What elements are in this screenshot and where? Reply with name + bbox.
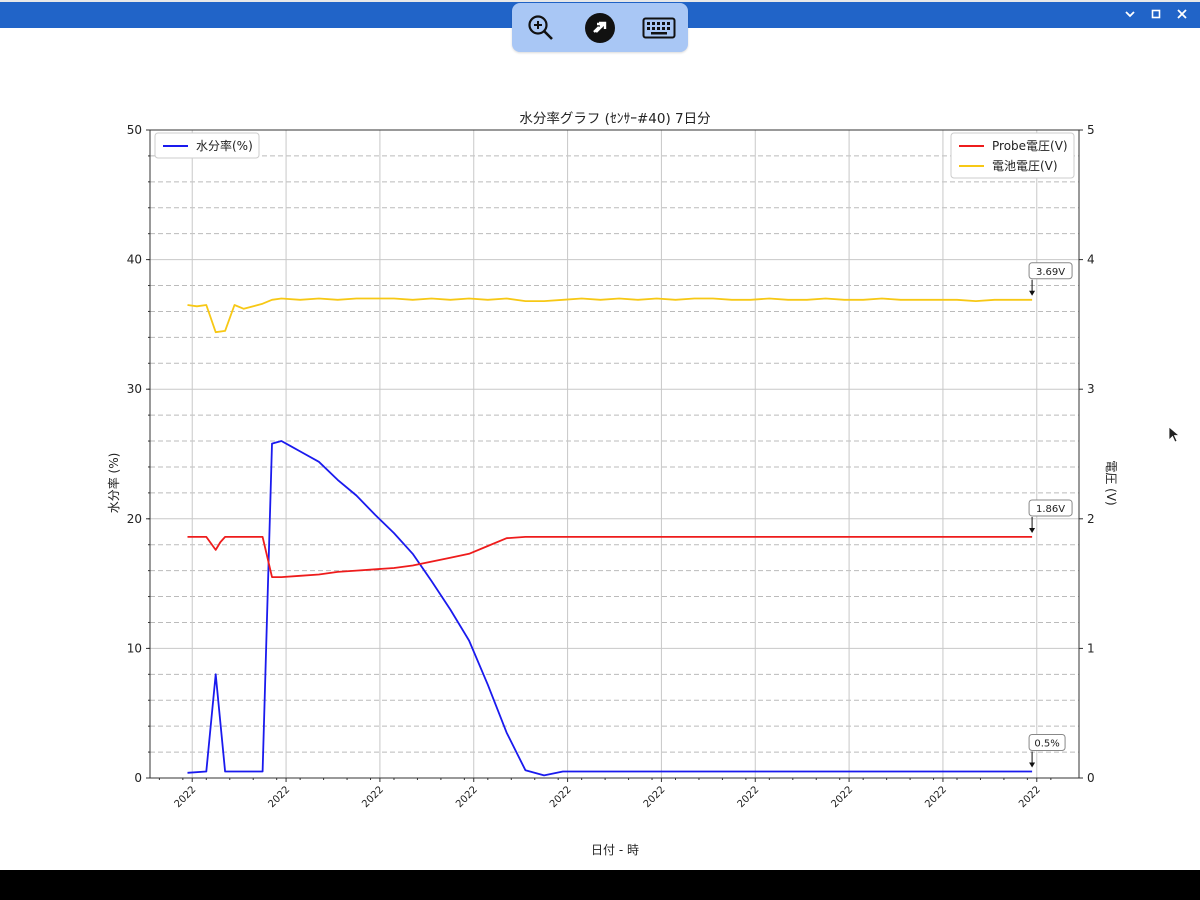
y-axis-right-label: 電圧 (V) (1104, 460, 1118, 505)
y-left-tick-label: 50 (127, 123, 142, 137)
y-right-tick-label: 1 (1087, 641, 1095, 655)
annotation-battery: 3.69V (1028, 262, 1073, 296)
annotation-arrow-head (1029, 290, 1036, 296)
y-right-tick-label: 0 (1087, 771, 1095, 785)
annotation-label: 1.86V (1036, 504, 1065, 515)
maximize-icon[interactable] (1150, 8, 1162, 20)
moisture-chart: 0 10 20 30 40 50 0 1 2 3 4 5 2022 2022 2022 2022 2022 202… (106, 110, 1118, 857)
legend-probe-label: Probe電圧(V) (992, 139, 1068, 153)
window-controls (1124, 8, 1188, 20)
legend-left: 水分率(%) (154, 132, 260, 159)
mouse-cursor-icon (1168, 426, 1181, 448)
annotation-probe: 1.86V (1028, 499, 1073, 533)
y-right-tick-label: 4 (1087, 253, 1095, 267)
bottom-taskbar (0, 870, 1200, 900)
annotation-label: 0.5% (1034, 739, 1059, 750)
moisture-series-line (187, 440, 1033, 777)
legend-moisture-label: 水分率(%) (196, 138, 253, 153)
annotation-label: 3.69V (1036, 267, 1065, 278)
y-left-tick-label: 30 (127, 382, 142, 396)
x-tick-label: 2022 (1017, 784, 1043, 810)
plot-frame (149, 129, 1080, 779)
y-left-tick-label: 40 (127, 253, 142, 267)
x-tick-label: 2022 (266, 784, 292, 810)
annotation-moisture: 0.5% (1028, 734, 1066, 768)
close-icon[interactable] (1176, 8, 1188, 20)
x-tick-label: 2022 (642, 784, 668, 810)
x-tick-label: 2022 (173, 784, 199, 810)
y-right-tick-label: 3 (1087, 382, 1095, 396)
x-tick-label: 2022 (548, 784, 574, 810)
legend-battery-label: 電池電圧(V) (992, 159, 1058, 173)
x-tick-label: 2022 (923, 784, 949, 810)
legend-right: Probe電圧(V) 電池電圧(V) (950, 132, 1075, 179)
annotation-arrow-head (1029, 527, 1036, 533)
x-tick-label: 2022 (454, 784, 480, 810)
annotation-arrow-head (1029, 762, 1036, 768)
x-axis-label: 日付 - 時 (591, 843, 639, 857)
chart-title: 水分率グラフ (ｾﾝｻｰ#40) 7日分 (519, 110, 710, 127)
x-tick-label: 2022 (360, 784, 386, 810)
y-left-tick-label: 10 (127, 641, 142, 655)
y-axis-left-label: 水分率 (%) (106, 453, 121, 514)
x-tick-label: 2022 (736, 784, 762, 810)
x-tick-label: 2022 (829, 784, 855, 810)
battery-voltage-series-line (187, 297, 1033, 334)
y-right-tick-label: 2 (1087, 512, 1095, 526)
minimize-icon[interactable] (1124, 8, 1136, 20)
y-left-tick-label: 0 (134, 771, 142, 785)
chart-area: 0 10 20 30 40 50 0 1 2 3 4 5 2022 2022 2022 2022 2022 202… (0, 28, 1200, 870)
y-right-tick-label: 5 (1087, 123, 1095, 137)
y-left-tick-label: 20 (127, 512, 142, 526)
